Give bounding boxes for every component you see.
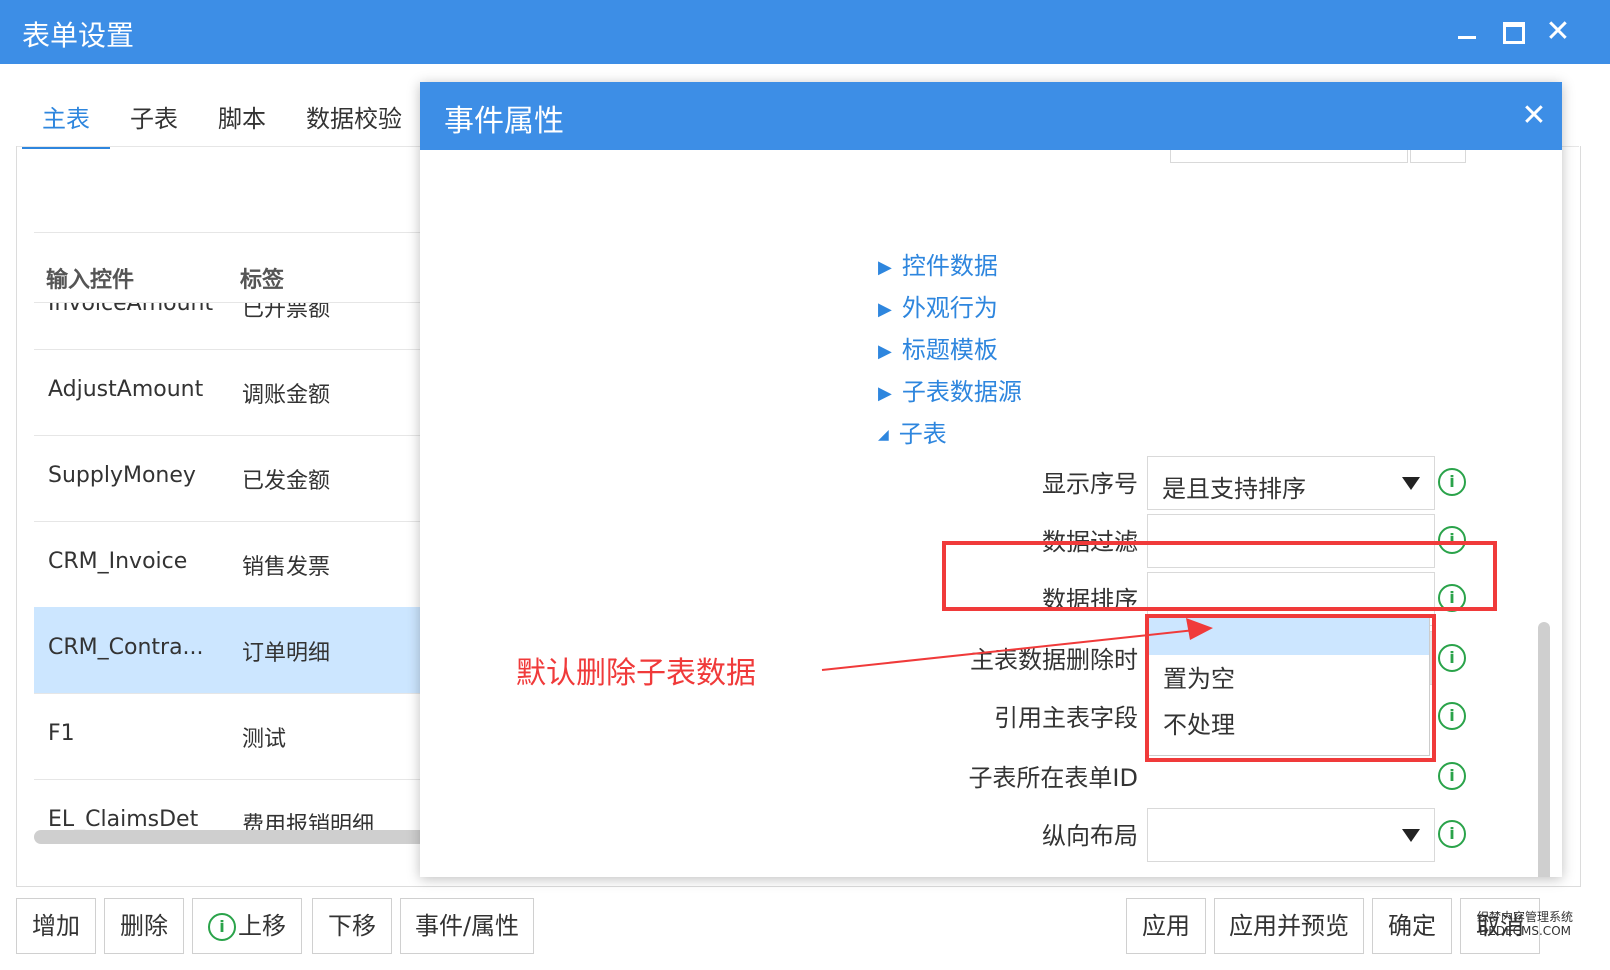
annotation-text: 默认删除子表数据 [516, 656, 756, 691]
watermark-line1: 织梦内容管理系统 [1476, 910, 1573, 924]
annotation-arrow [821, 618, 1213, 671]
watermark-line2: DEDECMS.COM [1479, 924, 1571, 938]
watermark: 织梦内容管理系统 DEDECMS.COM [1460, 910, 1590, 940]
